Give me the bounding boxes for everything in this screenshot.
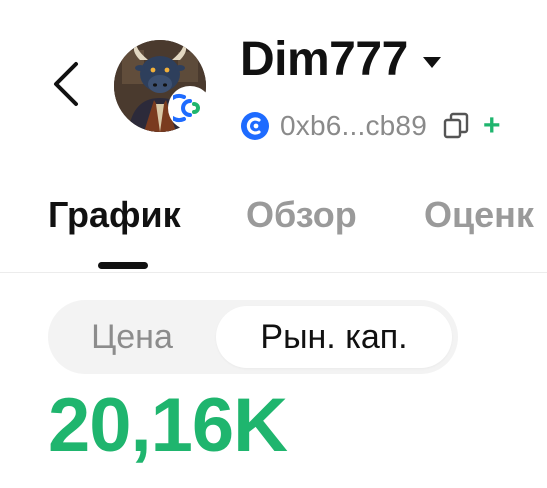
dropdown-caret-icon <box>422 57 441 68</box>
copy-address-button[interactable] <box>443 112 469 140</box>
username-selector[interactable]: Dim777 <box>240 30 442 90</box>
chain-icon <box>241 112 269 140</box>
metric-toggle: Цена Рын. кап. <box>48 300 458 374</box>
wallet-address-row: 0xb6...cb89 + <box>240 108 501 144</box>
copy-icon <box>443 112 469 139</box>
market-cap-value: 20,16K <box>48 383 288 468</box>
wallet-address: 0xb6...cb89 <box>280 110 427 141</box>
tab-rating[interactable]: Оценк <box>424 194 534 236</box>
active-tab-indicator <box>98 262 148 269</box>
chain-badge <box>168 86 212 130</box>
username: Dim777 <box>240 33 408 86</box>
chain-badge-icon <box>173 94 200 122</box>
back-arrow-icon <box>54 62 78 106</box>
toggle-market-cap[interactable]: Рын. кап. <box>216 306 452 368</box>
tab-chart[interactable]: График <box>48 194 181 236</box>
tab-overview[interactable]: Обзор <box>246 194 357 236</box>
tab-bar: График Обзор Оценк <box>0 180 547 273</box>
plus-icon[interactable]: + <box>483 111 501 141</box>
toggle-price[interactable]: Цена <box>48 306 216 368</box>
back-button[interactable] <box>46 58 86 110</box>
